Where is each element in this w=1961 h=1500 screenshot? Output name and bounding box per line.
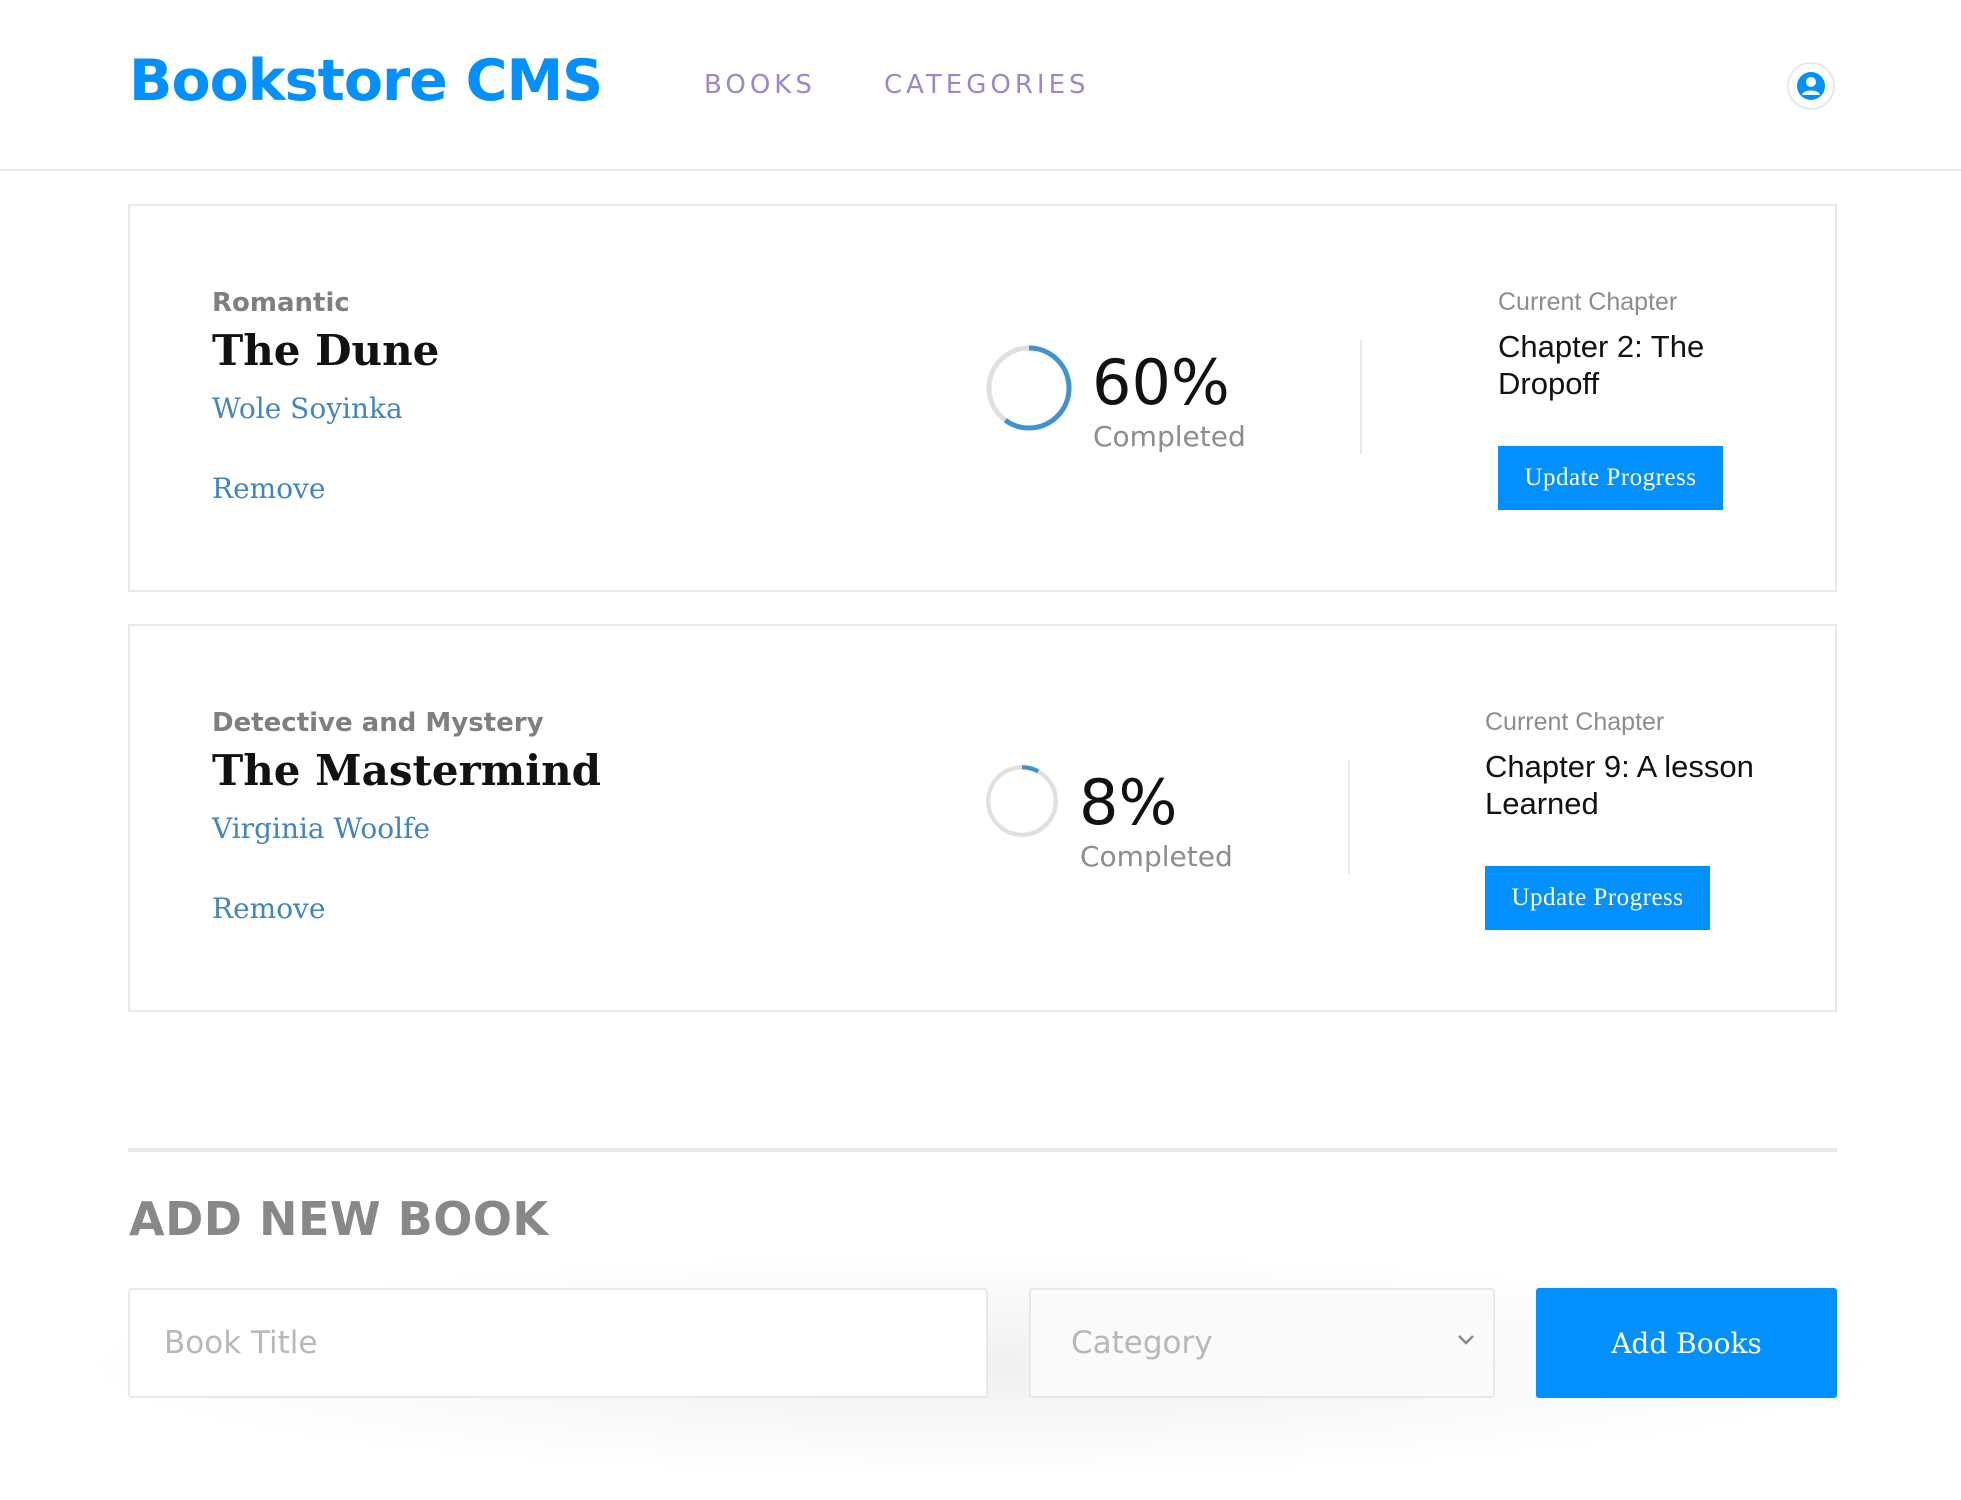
book-card: Romantic The Dune Wole Soyinka Remove 60… <box>128 204 1837 592</box>
form-divider <box>128 1148 1837 1152</box>
update-progress-button[interactable]: Update Progress <box>1498 446 1723 510</box>
progress-label: Completed <box>1093 420 1246 453</box>
progress-divider <box>1348 760 1350 874</box>
book-genre: Detective and Mystery <box>212 708 544 738</box>
app-header: Bookstore CMS BOOKS CATEGORIES <box>0 0 1961 171</box>
user-avatar-button[interactable] <box>1787 62 1835 110</box>
progress-label: Completed <box>1080 840 1233 873</box>
book-title: The Dune <box>212 326 440 375</box>
book-author[interactable]: Virginia Woolfe <box>212 812 430 845</box>
book-author[interactable]: Wole Soyinka <box>212 392 403 425</box>
remove-button[interactable]: Remove <box>212 892 325 925</box>
current-chapter: Chapter 9: A lesson Learned <box>1485 749 1754 821</box>
add-book-heading: ADD NEW BOOK <box>129 1192 549 1246</box>
chevron-down-icon <box>1458 1335 1474 1345</box>
progress-percent: 60% <box>1092 346 1230 419</box>
progress-percent: 8% <box>1079 766 1178 839</box>
category-select-value: Category <box>1071 1325 1213 1361</box>
nav-categories[interactable]: CATEGORIES <box>884 70 1090 100</box>
current-chapter: Chapter 2: The Dropoff <box>1498 329 1705 401</box>
remove-button[interactable]: Remove <box>212 472 325 505</box>
current-chapter-heading: Current Chapter <box>1498 288 1678 316</box>
progress-ring <box>986 765 1058 837</box>
book-card: Detective and Mystery The Mastermind Vir… <box>128 624 1837 1012</box>
nav-books[interactable]: BOOKS <box>704 70 816 100</box>
add-books-button[interactable]: Add Books <box>1536 1288 1837 1398</box>
book-genre: Romantic <box>212 288 350 318</box>
progress-ring <box>986 345 1072 431</box>
progress-divider <box>1360 340 1362 454</box>
brand-logo[interactable]: Bookstore CMS <box>129 48 603 114</box>
book-title: The Mastermind <box>212 746 602 795</box>
category-select[interactable]: Category <box>1029 1288 1495 1398</box>
user-icon <box>1797 72 1825 100</box>
current-chapter-heading: Current Chapter <box>1485 708 1665 736</box>
update-progress-button[interactable]: Update Progress <box>1485 866 1710 930</box>
book-title-input[interactable] <box>128 1288 988 1398</box>
